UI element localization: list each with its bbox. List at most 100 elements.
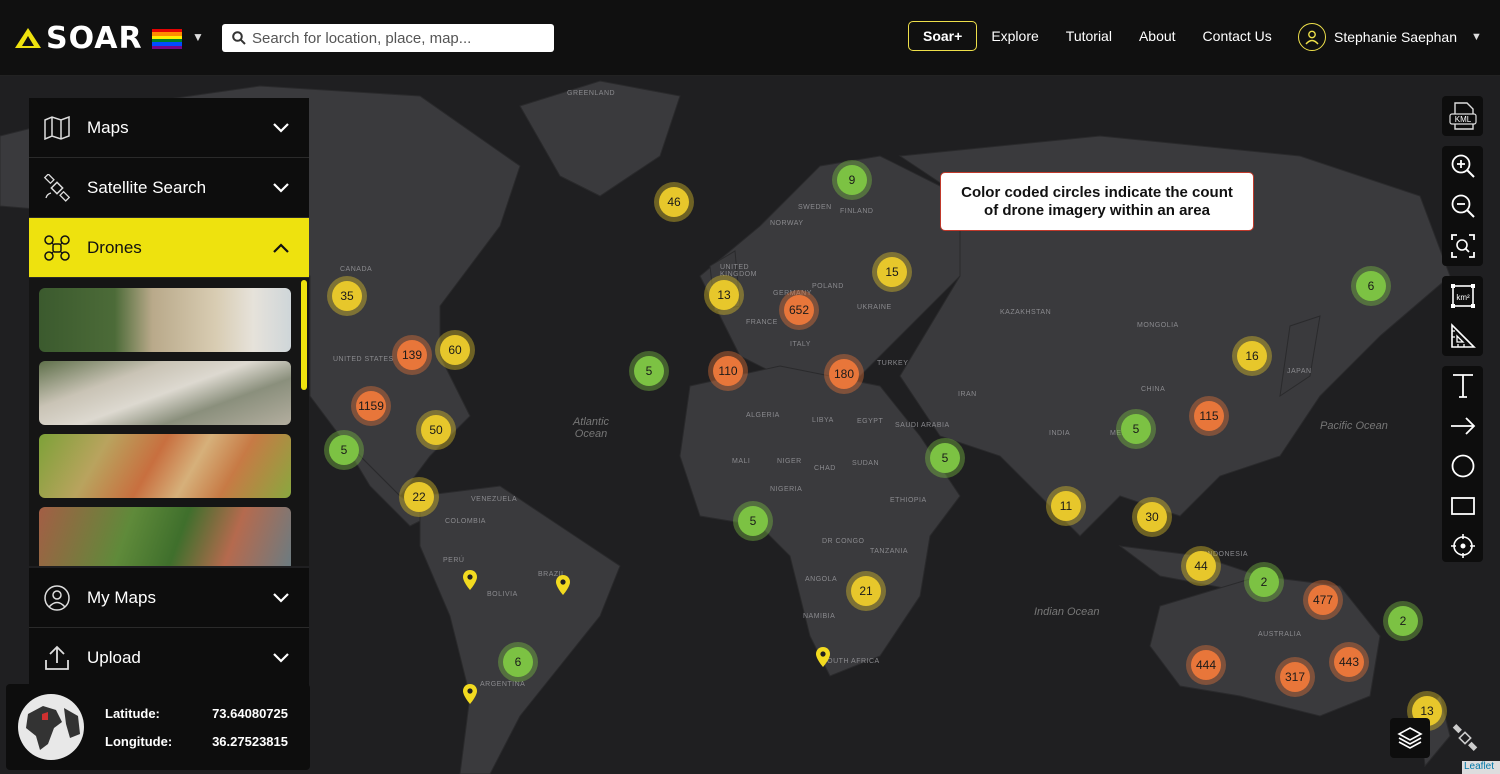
caret-down-icon[interactable]: ▼	[192, 30, 204, 44]
nav-about[interactable]: About	[1139, 28, 1176, 44]
label-south-africa: SOUTH AFRICA	[822, 658, 880, 665]
longitude-label: Longitude:	[105, 734, 173, 749]
user-menu[interactable]: Stephanie Saephan ▼	[1298, 22, 1482, 52]
pride-flag-icon[interactable]	[152, 29, 182, 49]
label-kazakhstan: KAZAKHSTAN	[1000, 309, 1052, 316]
drone-cluster[interactable]: 1159	[351, 386, 391, 426]
map-pin-icon[interactable]	[556, 575, 570, 595]
scrollbar[interactable]	[301, 280, 307, 390]
text-icon	[1452, 374, 1473, 398]
label-iran: IRAN	[958, 391, 977, 398]
measure-tool-group: km²	[1442, 276, 1483, 356]
nav-contact-us[interactable]: Contact Us	[1203, 28, 1272, 44]
map-pin-icon[interactable]	[463, 684, 477, 704]
chevron-down-icon	[273, 652, 289, 663]
sidebar-item-my-maps-wrap: My Maps	[29, 568, 309, 628]
ruler-icon	[1450, 323, 1476, 348]
drone-cluster[interactable]: 46	[654, 182, 694, 222]
drone-cluster[interactable]: 6	[498, 642, 538, 682]
measure-area-icon: km²	[1450, 284, 1475, 308]
zoom-to-extent-button[interactable]	[1442, 226, 1483, 266]
drone-cluster[interactable]: 60	[435, 330, 475, 370]
label-angola: ANGOLA	[805, 576, 838, 583]
draw-arrow-button[interactable]	[1442, 406, 1483, 446]
drone-cluster[interactable]: 443	[1329, 642, 1369, 682]
zoom-out-button[interactable]	[1442, 186, 1483, 226]
nav-tutorial[interactable]: Tutorial	[1066, 28, 1112, 44]
sidebar-item-label: My Maps	[87, 587, 156, 607]
drone-thumbnail[interactable]	[39, 361, 291, 425]
svg-text:km²: km²	[1456, 293, 1470, 302]
draw-point-button[interactable]	[1442, 526, 1483, 566]
label-dr-congo: DR CONGO	[822, 538, 865, 545]
drone-icon	[44, 234, 70, 261]
layers-button[interactable]	[1390, 718, 1430, 758]
drone-cluster[interactable]: 30	[1132, 497, 1172, 537]
soar-logo[interactable]: SOAR	[14, 21, 143, 56]
nav-explore[interactable]: Explore	[991, 28, 1038, 44]
satellite-overlay-button[interactable]	[1445, 718, 1485, 758]
drone-cluster[interactable]: 2	[1383, 601, 1423, 641]
sidebar-item-drones[interactable]: Drones	[29, 218, 309, 278]
drone-cluster[interactable]: 317	[1275, 657, 1315, 697]
drone-cluster[interactable]: 13	[704, 275, 744, 315]
drone-cluster[interactable]: 110	[708, 351, 748, 391]
drone-cluster[interactable]: 652	[779, 290, 819, 330]
drone-cluster[interactable]: 5	[324, 430, 364, 470]
kml-file-icon: KML	[1448, 102, 1477, 130]
drone-image-list[interactable]	[29, 278, 309, 566]
soar-plus-button[interactable]: Soar+	[908, 21, 978, 51]
measure-area-button[interactable]: km²	[1442, 276, 1483, 316]
leaflet-attribution[interactable]: Leaflet	[1462, 761, 1500, 774]
drone-cluster[interactable]: 9	[832, 160, 872, 200]
drone-cluster[interactable]: 115	[1189, 396, 1229, 436]
draw-rectangle-button[interactable]	[1442, 486, 1483, 526]
measure-distance-button[interactable]	[1442, 316, 1483, 356]
label-poland: POLAND	[812, 283, 844, 290]
drone-cluster[interactable]: 5	[629, 351, 669, 391]
chevron-down-icon	[273, 122, 289, 133]
kml-button[interactable]: KML	[1442, 96, 1483, 136]
draw-circle-button[interactable]	[1442, 446, 1483, 486]
drone-thumbnail[interactable]	[39, 288, 291, 352]
drone-thumbnail[interactable]	[39, 434, 291, 498]
draw-text-button[interactable]	[1442, 366, 1483, 406]
map-pin-icon[interactable]	[816, 647, 830, 667]
drone-cluster[interactable]: 180	[824, 354, 864, 394]
drone-cluster[interactable]: 44	[1181, 546, 1221, 586]
user-icon	[44, 584, 70, 611]
drone-cluster[interactable]: 11	[1046, 486, 1086, 526]
zoom-in-icon	[1451, 154, 1475, 178]
drone-cluster[interactable]: 16	[1232, 336, 1272, 376]
search-input[interactable]	[252, 29, 542, 47]
drone-thumbnail[interactable]	[39, 507, 291, 566]
drone-cluster[interactable]: 2	[1244, 562, 1284, 602]
sidebar-item-my-maps[interactable]: My Maps	[29, 568, 309, 628]
drone-cluster[interactable]: 5	[925, 438, 965, 478]
user-avatar-icon	[1298, 23, 1326, 51]
drone-cluster[interactable]: 5	[1116, 409, 1156, 449]
map-pin-icon[interactable]	[463, 570, 477, 590]
drone-cluster[interactable]: 22	[399, 477, 439, 517]
drone-cluster[interactable]: 15	[872, 252, 912, 292]
sidebar-item-satellite-search[interactable]: Satellite Search	[29, 158, 309, 218]
drone-cluster[interactable]: 477	[1303, 580, 1343, 620]
drone-cluster[interactable]: 5	[733, 501, 773, 541]
search-bar[interactable]	[222, 24, 554, 52]
label-ukraine: UKRAINE	[857, 304, 892, 311]
drone-cluster[interactable]: 21	[846, 571, 886, 611]
drone-cluster[interactable]: 6	[1351, 266, 1391, 306]
longitude-value: 36.27523815	[212, 734, 288, 749]
drone-cluster[interactable]: 35	[327, 276, 367, 316]
sidebar-panel: Maps Satellite Search Drones	[29, 98, 309, 566]
label-saudi-arabia: SAUDI ARABIA	[895, 422, 950, 429]
zoom-in-button[interactable]	[1442, 146, 1483, 186]
drone-cluster[interactable]: 139	[392, 335, 432, 375]
label-argentina: ARGENTINA	[480, 681, 526, 688]
sidebar-item-upload[interactable]: Upload	[29, 628, 309, 688]
sidebar-item-maps[interactable]: Maps	[29, 98, 309, 158]
drone-cluster[interactable]: 444	[1186, 645, 1226, 685]
chevron-down-icon	[273, 182, 289, 193]
drone-cluster[interactable]: 50	[416, 410, 456, 450]
label-indian-ocean: Indian Ocean	[1034, 606, 1100, 618]
